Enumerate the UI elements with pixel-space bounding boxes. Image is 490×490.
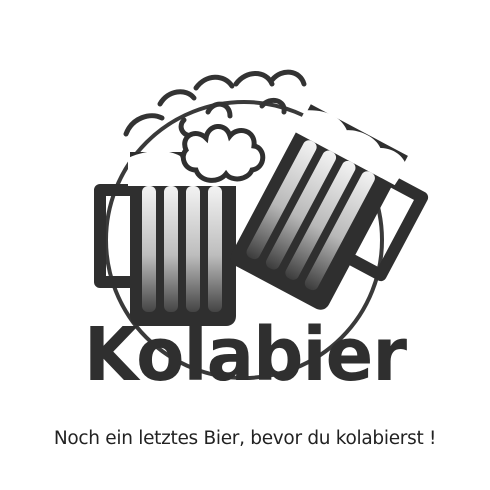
tagline: Noch ein letztes Bier, bevor du kolabier… bbox=[53, 428, 437, 449]
right-beer-mug-icon bbox=[230, 104, 429, 310]
foam-splash-icon bbox=[180, 124, 266, 183]
brand-name: Kolabier bbox=[83, 312, 407, 398]
beer-mugs-logo-icon bbox=[94, 69, 429, 380]
